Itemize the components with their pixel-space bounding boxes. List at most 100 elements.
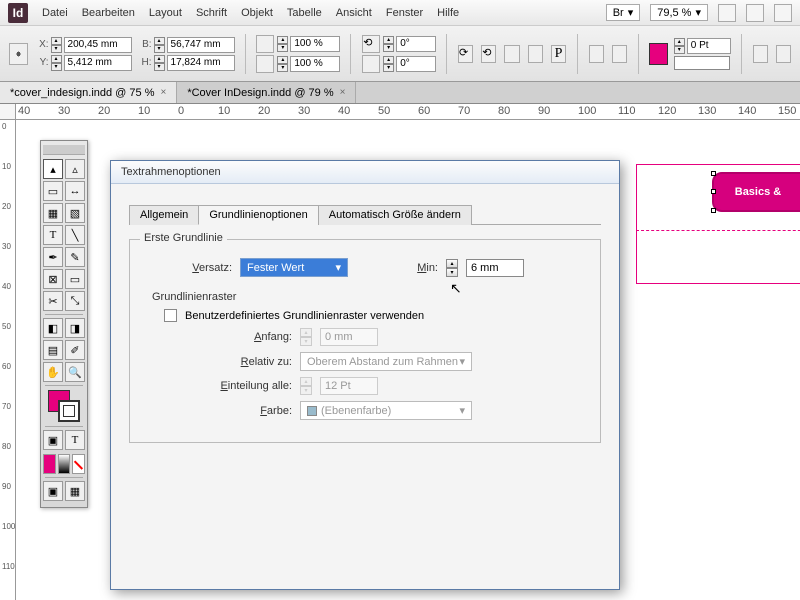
menu-layout[interactable]: Layout: [149, 7, 182, 19]
rotate-cw-icon[interactable]: ⟳: [458, 45, 473, 63]
stroke-style-dropdown[interactable]: [674, 56, 730, 70]
menu-type[interactable]: Schrift: [196, 7, 227, 19]
menu-table[interactable]: Tabelle: [287, 7, 322, 19]
select-container-icon[interactable]: [589, 45, 604, 63]
rectangle-tool[interactable]: ▭: [65, 269, 85, 289]
effects-icon[interactable]: [753, 45, 768, 63]
offset-dropdown[interactable]: Fester Wert▾: [240, 258, 348, 277]
menu-bar: Id Datei Bearbeiten Layout Schrift Objek…: [0, 0, 800, 26]
start-label: Anfang:: [206, 331, 292, 343]
page-tool[interactable]: ▭: [43, 181, 63, 201]
stroke-swatch-icon[interactable]: [58, 400, 80, 422]
note-tool[interactable]: ▤: [43, 340, 63, 360]
select-content-icon[interactable]: [612, 45, 627, 63]
menu-file[interactable]: Datei: [42, 7, 68, 19]
first-baseline-fieldset: Erste Grundlinie VVersatz:ersatz: Fester…: [129, 239, 601, 443]
eyedropper-tool[interactable]: ✐: [65, 340, 85, 360]
min-field[interactable]: [466, 259, 524, 277]
scale-y-field[interactable]: [290, 56, 340, 72]
reference-point-icon[interactable]: [9, 43, 28, 65]
fill-color-swatch[interactable]: [649, 43, 668, 65]
pencil-tool[interactable]: ✎: [65, 247, 85, 267]
tab-baseline-options[interactable]: Grundlinienoptionen: [198, 205, 318, 225]
fill-stroke-proxy[interactable]: [48, 390, 80, 422]
height-field[interactable]: [167, 55, 235, 71]
close-icon[interactable]: ×: [340, 87, 346, 98]
type-tool[interactable]: T: [43, 225, 63, 245]
direct-selection-tool[interactable]: ▵: [65, 159, 85, 179]
custom-grid-label: Benutzerdefiniertes Grundlinienraster ve…: [185, 310, 424, 322]
min-spinner[interactable]: ▴▾: [446, 259, 458, 277]
bridge-button[interactable]: Br ▾: [606, 4, 641, 21]
increment-label: Einteilung alle:: [206, 380, 292, 392]
vertical-ruler: 0102030405060708090100110: [0, 120, 16, 600]
apply-color-icon[interactable]: [43, 454, 56, 474]
rotate-field[interactable]: [396, 36, 436, 52]
gradient-feather-tool[interactable]: ◨: [65, 318, 85, 338]
y-position-field[interactable]: [64, 55, 132, 71]
hand-tool[interactable]: ✋: [43, 362, 63, 382]
screen-mode-icon[interactable]: [746, 4, 764, 22]
first-baseline-legend: Erste Grundlinie: [140, 232, 227, 244]
relative-to-label: Relativ zu:: [206, 356, 292, 368]
control-bar: X:▴▾ Y:▴▾ B:▴▾ H:▴▾ ▴▾ ▴▾ ⟲▴▾ ▴▾ ⟳ ⟲ P ▴…: [0, 26, 800, 82]
menu-view[interactable]: Ansicht: [336, 7, 372, 19]
free-transform-tool[interactable]: ⤡: [65, 291, 85, 311]
scale-x-field[interactable]: [290, 36, 340, 52]
arrange-docs-icon[interactable]: [774, 4, 792, 22]
textframe-options-dialog: Textrahmenoptionen Allgemein Grundlinien…: [110, 160, 620, 590]
rotate-ccw-icon[interactable]: ⟲: [481, 45, 496, 63]
flip-v-icon[interactable]: [528, 45, 543, 63]
flip-h-icon[interactable]: [504, 45, 519, 63]
line-tool[interactable]: ╲: [65, 225, 85, 245]
start-field: [320, 328, 378, 346]
apply-none-icon[interactable]: [72, 454, 85, 474]
width-field[interactable]: [167, 37, 235, 53]
formatting-text-icon[interactable]: T: [65, 430, 85, 450]
shear-icon: [362, 55, 380, 73]
menu-object[interactable]: Objekt: [241, 7, 273, 19]
custom-grid-checkbox[interactable]: [164, 309, 177, 322]
content-placer-tool[interactable]: ▧: [65, 203, 85, 223]
menu-window[interactable]: Fenster: [386, 7, 423, 19]
normal-view-icon[interactable]: ▣: [43, 481, 63, 501]
scale-x-icon: [256, 35, 274, 53]
pen-tool[interactable]: ✒: [43, 247, 63, 267]
stroke-weight-field[interactable]: [687, 38, 731, 54]
selection-tool[interactable]: ▴: [43, 159, 63, 179]
horizontal-ruler: 4030201001020304050607080901001101201301…: [0, 104, 800, 120]
tab-auto-size[interactable]: Automatisch Größe ändern: [318, 205, 472, 225]
rotate-icon: ⟲: [362, 35, 380, 53]
p-icon[interactable]: P: [551, 45, 566, 63]
preview-mode-icon[interactable]: ▦: [65, 481, 85, 501]
view-options-icon[interactable]: [718, 4, 736, 22]
increment-field: [320, 377, 378, 395]
document-tab-bar: *cover_indesign.indd @ 75 %× *Cover InDe…: [0, 82, 800, 104]
document-tab-1[interactable]: *cover_indesign.indd @ 75 %×: [0, 82, 177, 103]
document-tab-2[interactable]: *Cover InDesign.indd @ 79 %×: [177, 82, 356, 103]
tab-general[interactable]: Allgemein: [129, 205, 199, 225]
menu-help[interactable]: Hilfe: [437, 7, 459, 19]
page-object-pill[interactable]: Basics &: [712, 172, 800, 212]
text-wrap-icon[interactable]: [776, 45, 791, 63]
baseline-grid-title: Grundlinienraster: [152, 291, 584, 303]
panel-drag-bar[interactable]: [43, 145, 85, 155]
app-logo-icon: Id: [8, 3, 28, 23]
x-position-field[interactable]: [64, 37, 132, 53]
shear-field[interactable]: [396, 56, 436, 72]
dialog-title: Textrahmenoptionen: [111, 161, 619, 184]
content-collector-tool[interactable]: ▦: [43, 203, 63, 223]
gradient-swatch-tool[interactable]: ◧: [43, 318, 63, 338]
relative-to-dropdown: Oberem Abstand zum Rahmen▾: [300, 352, 472, 371]
menu-edit[interactable]: Bearbeiten: [82, 7, 135, 19]
scissors-tool[interactable]: ✂: [43, 291, 63, 311]
close-icon[interactable]: ×: [160, 87, 166, 98]
gap-tool[interactable]: ↔: [65, 181, 85, 201]
color-dropdown: (Ebenenfarbe)▾: [300, 401, 472, 420]
zoom-tool[interactable]: 🔍: [65, 362, 85, 382]
zoom-level-field[interactable]: 79,5 % ▾: [650, 4, 708, 21]
apply-gradient-icon[interactable]: [58, 454, 71, 474]
rectangle-frame-tool[interactable]: ⊠: [43, 269, 63, 289]
formatting-container-icon[interactable]: ▣: [43, 430, 63, 450]
color-label: Farbe:: [206, 405, 292, 417]
